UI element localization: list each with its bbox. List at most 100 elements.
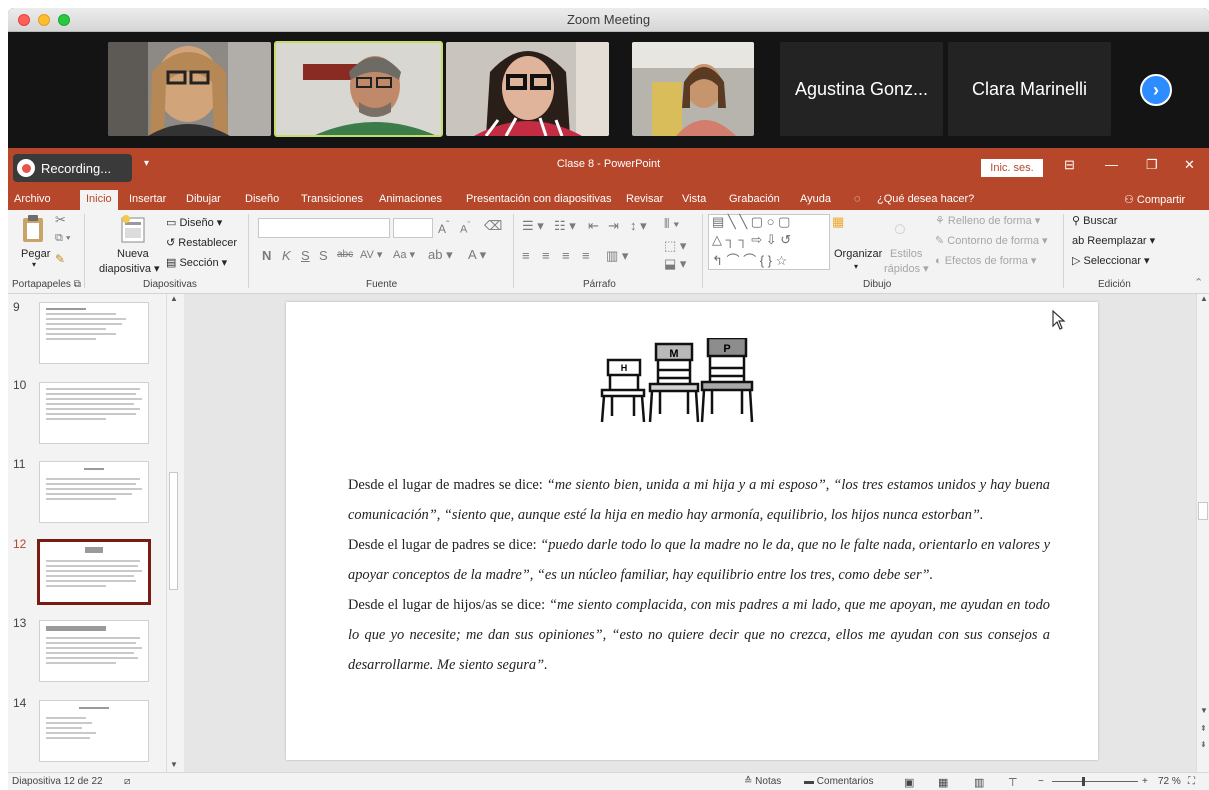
participant-name-tile-2[interactable]: Clara Marinelli [948,42,1111,136]
bold-button[interactable]: N [262,248,271,263]
select-button[interactable]: ▷ Seleccionar ▾ [1072,254,1150,267]
text-direction-icon[interactable]: ⬚ ▾ [664,238,686,254]
shape-effects-button[interactable]: ◐ Efectos de forma ▾ [935,254,1036,267]
scroll-up-icon[interactable]: ▲ [170,294,178,303]
slide-thumbnail-12-selected[interactable] [37,539,151,605]
slide-thumbnail-9[interactable] [39,302,149,364]
slide-sorter-icon[interactable]: ▦ [938,776,948,789]
char-spacing-button[interactable]: AV ▾ [360,248,382,261]
columns-icon[interactable]: ⫴ ▾ [664,216,679,232]
new-slide-label-1[interactable]: Nueva [117,248,149,260]
format-painter-icon[interactable]: ✎ [55,252,65,266]
thumbnail-scroll-thumb[interactable] [169,472,178,590]
line-spacing-icon[interactable]: ↕ ▾ [630,218,647,234]
indent-decrease-icon[interactable]: ⇤ [588,218,599,234]
align-text-icon[interactable]: ⬓ ▾ [664,256,686,272]
zoom-in-icon[interactable]: + [1142,776,1148,787]
tell-me-search[interactable]: ¿Qué desea hacer? [877,193,974,205]
numbering-icon[interactable]: ☷ ▾ [554,218,576,234]
video-tile-participant-1[interactable] [108,42,271,136]
slideshow-icon[interactable]: ⊤ [1008,776,1018,789]
sign-in-button[interactable]: Inic. ses. [981,159,1043,177]
shape-outline-button[interactable]: ✎ Contorno de forma ▾ [935,234,1048,247]
slide-thumbnail-14[interactable] [39,700,149,762]
layout-button[interactable]: ▭ Diseño ▾ [166,216,222,229]
new-slide-icon[interactable] [120,214,146,244]
slide-scrollbar[interactable]: ▲ ▼ ⇞ ⇟ [1196,294,1209,772]
shadow-button[interactable]: S [319,248,328,263]
previous-slide-icon[interactable]: ⇞ [1200,724,1207,733]
tab-grabacion[interactable]: Grabación [729,193,780,205]
copy-icon[interactable]: ⧉ ▾ [55,232,71,245]
thumbnail-scrollbar[interactable]: ▲ ▼ [166,294,180,772]
tab-archivo[interactable]: Archivo [14,193,51,205]
slide-body-text[interactable]: Desde el lugar de madres se dice: “me si… [348,470,1050,680]
change-case-button[interactable]: Aa ▾ [393,248,415,261]
tab-presentacion[interactable]: Presentación con diapositivas [466,193,612,205]
tab-inicio[interactable]: Inicio [80,190,118,210]
reset-button[interactable]: ↺ Restablecer [166,236,237,249]
next-participants-button[interactable]: › [1140,74,1172,106]
replace-button[interactable]: ab Reemplazar ▾ [1072,234,1155,247]
italic-button[interactable]: K [282,248,291,263]
shapes-row-1[interactable]: ▤ ╲ ╲ ▢ ○ ▢ [712,214,790,230]
zoom-out-icon[interactable]: − [1038,776,1044,787]
highlight-icon[interactable]: ab ▾ [428,247,453,263]
align-left-icon[interactable]: ≡ [522,248,530,263]
cut-icon[interactable]: ✂ [55,212,66,228]
close-icon[interactable]: ✕ [1184,157,1195,173]
grow-font-icon[interactable]: Aˆ [438,220,449,236]
underline-button[interactable]: S [301,248,310,263]
font-color-icon[interactable]: A ▾ [468,247,486,263]
notes-button[interactable]: ≙ Notas [744,776,781,787]
arrange-dropdown-icon[interactable]: ▾ [854,262,858,271]
tab-transiciones[interactable]: Transiciones [301,193,363,205]
strikethrough-button[interactable]: abc [337,249,353,260]
video-tile-participant-4[interactable] [632,42,754,136]
align-right-icon[interactable]: ≡ [562,248,570,263]
bullets-icon[interactable]: ☰ ▾ [522,218,544,234]
section-button[interactable]: ▤ Sección ▾ [166,256,227,269]
participant-name-tile-1[interactable]: Agustina Gonz... [780,42,943,136]
zoom-slider[interactable] [1052,777,1138,786]
tab-revisar[interactable]: Revisar [626,193,663,205]
find-button[interactable]: ⚲ Buscar [1072,214,1117,227]
shrink-font-icon[interactable]: Aˇ [460,220,470,236]
shapes-row-2[interactable]: △ ┐ ┐ ⇨ ⇩ ↺ [712,232,791,248]
paragraph-columns-icon[interactable]: ▥ ▾ [606,248,628,264]
justify-icon[interactable]: ≡ [582,248,590,263]
video-tile-participant-3[interactable] [446,42,609,136]
slide-thumbnail-11[interactable] [39,461,149,523]
shape-fill-button[interactable]: ⚘ Relleno de forma ▾ [935,214,1040,227]
new-slide-label-2[interactable]: diapositiva ▾ [99,262,160,275]
slide-thumbnail-10[interactable] [39,382,149,444]
quick-styles-label-1[interactable]: Estilos [890,248,922,260]
normal-view-icon[interactable]: ▣ [904,776,914,789]
accessibility-icon[interactable]: ⧄ [124,776,130,787]
reading-view-icon[interactable]: ▥ [974,776,984,789]
scroll-down-icon[interactable]: ▼ [1200,706,1208,715]
indent-increase-icon[interactable]: ⇥ [608,218,619,234]
share-button[interactable]: ⚇ Compartir [1124,193,1185,206]
zoom-slider-thumb[interactable] [1082,777,1085,786]
paste-icon[interactable] [20,214,48,244]
arrange-icon[interactable]: ▦ [832,214,844,230]
font-name-box[interactable] [258,218,390,238]
slide-canvas[interactable]: H M P Desde el lugar de madres se dice: … [286,302,1098,760]
slide-thumbnail-13[interactable] [39,620,149,682]
paste-button[interactable]: Pegar [21,248,50,260]
quick-styles-label-2[interactable]: rápidos ▾ [884,262,929,275]
shapes-row-3[interactable]: ↰ ⌒ ⌒ { } ☆ [712,250,787,269]
scroll-down-icon[interactable]: ▼ [170,760,178,769]
font-size-box[interactable] [393,218,433,238]
tab-animaciones[interactable]: Animaciones [379,193,442,205]
paste-dropdown-icon[interactable]: ▾ [32,260,36,269]
align-center-icon[interactable]: ≡ [542,248,550,263]
clear-format-icon[interactable]: ⌫ [484,218,502,234]
restore-icon[interactable]: ❐ [1146,157,1158,173]
arrange-button[interactable]: Organizar [834,248,882,260]
comments-button[interactable]: ▬ Comentarios [804,776,873,787]
collapse-ribbon-icon[interactable]: ⌃ [1194,276,1203,289]
ribbon-display-icon[interactable]: ⊟ [1064,157,1075,173]
tab-insertar[interactable]: Insertar [129,193,166,205]
